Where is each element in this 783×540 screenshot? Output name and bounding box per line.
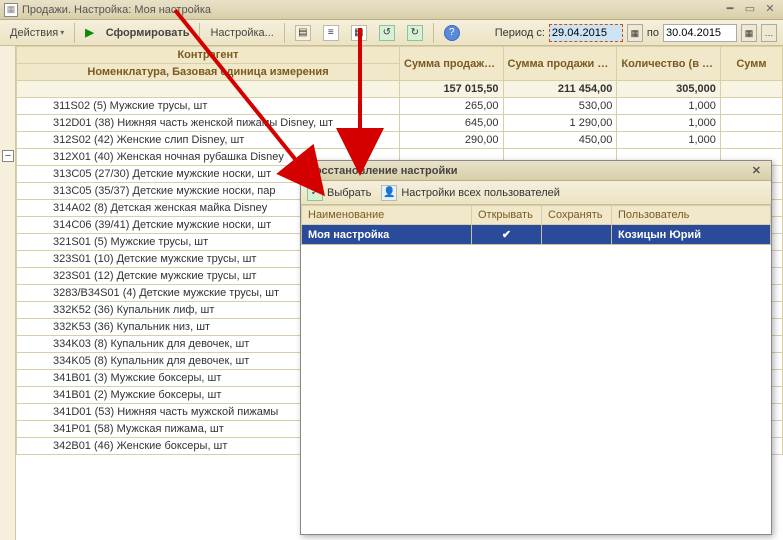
col-contragent[interactable]: Контрагент (17, 47, 400, 64)
table-row[interactable]: 312D01 (38) Нижняя часть женской пижамы … (17, 115, 783, 132)
date-from-picker[interactable]: ▦ (627, 24, 643, 42)
col-sum-nodisc[interactable]: Сумма продажи без скидок в руб. (503, 47, 617, 81)
col-sum[interactable]: Сумма продажи в руб. (400, 47, 504, 81)
col-nomenclature[interactable]: Номенклатура, Базовая единица измерения (17, 64, 400, 81)
maximize-button[interactable]: ▭ (741, 3, 759, 17)
dialog-titlebar: Восстановление настройки ✕ (301, 161, 771, 181)
period-box: Период с: ▦ по ▦ … (495, 24, 777, 42)
tree-collapse-toggle[interactable]: – (2, 150, 14, 162)
dialog-empty-area (301, 245, 771, 534)
tb-icon-3[interactable]: ▦ (347, 23, 371, 43)
dialog-title: Восстановление настройки (307, 165, 458, 177)
main-toolbar: Действия ▶ Сформировать Настройка... ▤ ≡… (0, 20, 783, 46)
play-icon[interactable]: ▶ (81, 23, 97, 43)
dialog-close-button[interactable]: ✕ (748, 164, 765, 177)
select-icon: ✓ (307, 185, 323, 201)
tb-icon-1[interactable]: ▤ (291, 23, 315, 43)
total-row: 157 015,50211 454,00305,000 (17, 81, 783, 98)
dlg-col-name[interactable]: Наименование (302, 206, 472, 225)
col-qty[interactable]: Количество (в базовых единицах) (617, 47, 721, 81)
save-settings-icon[interactable]: ↻ (403, 23, 427, 43)
close-button[interactable]: ✕ (761, 3, 779, 17)
dlg-col-save[interactable]: Сохранять (542, 206, 612, 225)
col-sum2[interactable]: Сумм (720, 47, 782, 81)
dlg-col-user[interactable]: Пользователь (612, 206, 771, 225)
dlg-col-open[interactable]: Открывать (472, 206, 542, 225)
person-icon: 👤 (381, 185, 397, 201)
date-to-input[interactable] (663, 24, 737, 42)
dialog-grid: Наименование Открывать Сохранять Пользов… (301, 205, 771, 245)
dialog-row-selected[interactable]: Моя настройка ✔ Козицын Юрий (302, 225, 771, 245)
period-to-label: по (647, 27, 659, 39)
table-row[interactable]: 312S02 (42) Женские слип Disney, шт290,0… (17, 132, 783, 149)
tb-icon-2[interactable]: ≡ (319, 23, 343, 43)
settings-button[interactable]: Настройка... (206, 23, 277, 43)
restore-settings-dialog: Восстановление настройки ✕ ✓ Выбрать 👤 Н… (300, 160, 772, 535)
date-to-picker[interactable]: ▦ (741, 24, 757, 42)
actions-menu[interactable]: Действия (6, 23, 68, 43)
restore-settings-icon[interactable]: ↺ (375, 23, 399, 43)
dialog-toolbar: ✓ Выбрать 👤 Настройки всех пользователей (301, 181, 771, 205)
table-row[interactable]: 311S02 (5) Мужские трусы, шт265,00530,00… (17, 98, 783, 115)
period-ellipsis[interactable]: … (761, 24, 777, 42)
app-icon: ▦ (4, 3, 18, 17)
form-button[interactable]: Сформировать (102, 23, 194, 43)
help-icon[interactable]: ? (440, 23, 464, 43)
period-label: Период с: (495, 27, 545, 39)
dialog-select-button[interactable]: ✓ Выбрать (307, 185, 371, 201)
window-title: Продажи. Настройка: Моя настройка (22, 4, 211, 16)
minimize-button[interactable]: ━ (721, 3, 739, 17)
tree-gutter (0, 46, 16, 540)
date-from-input[interactable] (549, 24, 623, 42)
window-titlebar: ▦ Продажи. Настройка: Моя настройка ━ ▭ … (0, 0, 783, 20)
dialog-allusers-toggle[interactable]: 👤 Настройки всех пользователей (381, 185, 560, 201)
